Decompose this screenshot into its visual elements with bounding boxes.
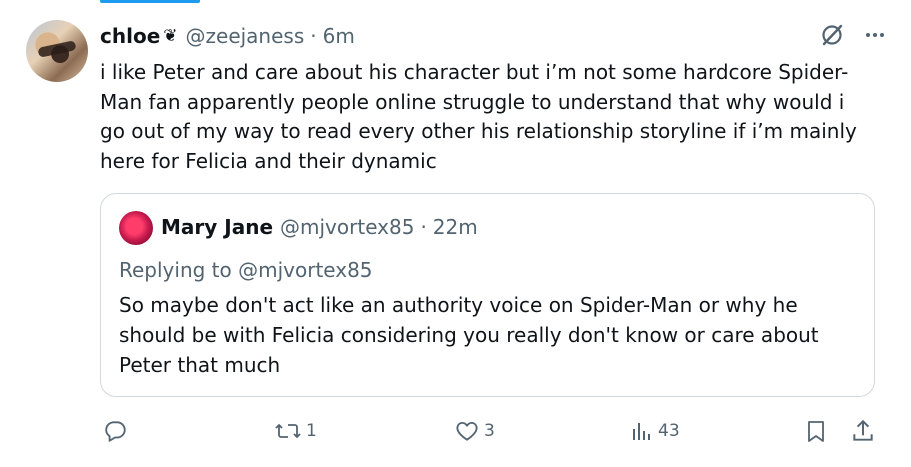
quoted-tweet[interactable]: Mary Jane @mjvortex85 · 22m Replying to … <box>100 193 875 397</box>
active-tab-indicator <box>100 0 200 3</box>
share-icon <box>850 418 876 444</box>
like-button[interactable]: 3 <box>454 418 495 444</box>
heart-icon <box>454 418 480 444</box>
views-icon <box>630 418 654 444</box>
like-count: 3 <box>484 421 495 441</box>
quoted-header: Mary Jane @mjvortex85 · 22m <box>161 215 478 239</box>
quoted-timestamp[interactable]: 22m <box>433 215 478 239</box>
views-count: 43 <box>658 421 680 441</box>
views-button[interactable]: 43 <box>630 418 680 444</box>
tweet-text: i like Peter and care about his characte… <box>100 60 857 173</box>
action-bar: 1 3 43 <box>100 418 880 448</box>
reply-button[interactable] <box>102 418 132 444</box>
quoted-text: So maybe don't act like an authority voi… <box>119 293 819 377</box>
separator-dot: · <box>310 24 317 48</box>
avatar[interactable] <box>26 20 88 82</box>
retweet-icon <box>274 418 302 444</box>
grok-icon[interactable] <box>819 22 845 48</box>
quoted-handle[interactable]: @mjvortex85 <box>280 215 414 239</box>
bookmark-button[interactable] <box>804 418 828 444</box>
tweet-top-actions <box>819 22 887 48</box>
display-name[interactable]: chloe <box>100 24 160 48</box>
quoted-avatar[interactable] <box>119 211 153 245</box>
share-button[interactable] <box>850 418 876 444</box>
handle[interactable]: @zeejaness <box>186 24 305 48</box>
retweet-button[interactable]: 1 <box>274 418 317 444</box>
timestamp[interactable]: 6m <box>323 24 355 48</box>
name-badge: ❦ <box>163 26 178 46</box>
replying-to[interactable]: Replying to @mjvortex85 <box>119 258 373 282</box>
more-icon[interactable] <box>863 23 887 47</box>
bookmark-icon <box>804 418 828 444</box>
quoted-display-name[interactable]: Mary Jane <box>161 215 273 239</box>
quoted-separator-dot: · <box>420 215 427 239</box>
reply-icon <box>102 418 128 444</box>
tweet-header: chloe ❦ @zeejaness · 6m <box>100 22 355 50</box>
retweet-count: 1 <box>306 421 317 441</box>
